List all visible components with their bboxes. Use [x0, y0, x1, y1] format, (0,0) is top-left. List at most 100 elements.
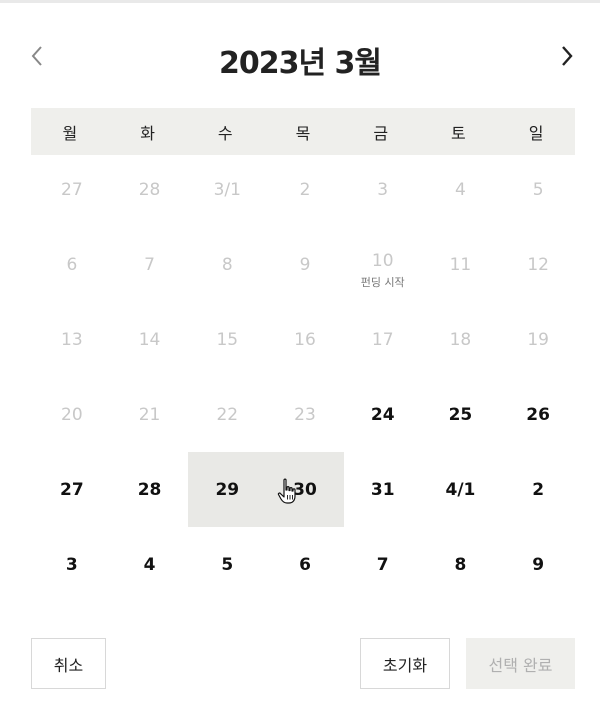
day-number: 11: [449, 254, 472, 275]
day-number: 9: [299, 254, 311, 275]
day-number: 31: [370, 479, 395, 500]
day-number: 16: [294, 329, 316, 350]
calendar-day-cell[interactable]: 8: [422, 527, 500, 602]
day-number: 2: [299, 179, 311, 200]
day-event-label: 펀딩 시작: [360, 276, 405, 289]
day-number: 3: [65, 554, 78, 575]
day-number: 5: [221, 554, 234, 575]
calendar-day-cell[interactable]: 3: [33, 527, 111, 602]
weekday-label: 월: [62, 123, 78, 143]
calendar-day-grid: 27 28 3/1 2 3 4 5 6 7 8 9 10 펀딩 시작 11 12 13 14 15 16 17 18 19…: [33, 152, 577, 602]
weekday-label: 목: [295, 123, 311, 143]
day-number: 29: [215, 479, 240, 500]
calendar-day-cell: 3/1: [188, 152, 266, 227]
day-number: 25: [448, 404, 473, 425]
day-number: 15: [216, 329, 239, 350]
day-number: 17: [371, 329, 394, 350]
weekday-label: 일: [528, 123, 544, 143]
day-number: 5: [532, 179, 544, 200]
day-number: 14: [138, 329, 161, 350]
day-number: 27: [61, 179, 83, 200]
calendar-day-cell: 18: [422, 302, 500, 377]
day-number: 8: [221, 254, 233, 275]
calendar-day-cell[interactable]: 7: [344, 527, 422, 602]
calendar-day-cell: 7: [111, 227, 189, 302]
calendar-day-cell: 16: [266, 302, 344, 377]
day-number: 24: [370, 404, 395, 425]
calendar-day-cell[interactable]: 27: [33, 452, 111, 527]
calendar-day-cell: 15: [188, 302, 266, 377]
next-month-button[interactable]: [551, 40, 583, 72]
calendar-day-cell: 20: [33, 377, 111, 452]
day-number: 3: [377, 179, 389, 200]
day-number: 20: [61, 404, 83, 425]
day-number: 6: [66, 254, 78, 275]
calendar-day-cell: 13: [33, 302, 111, 377]
calendar-day-cell: 23: [266, 377, 344, 452]
calendar-day-cell: 14: [111, 302, 189, 377]
chevron-right-icon: [562, 46, 573, 66]
day-number: 4: [143, 554, 156, 575]
day-number: 19: [527, 329, 549, 350]
day-number: 22: [216, 404, 239, 425]
day-number: 18: [449, 329, 472, 350]
calendar-day-cell: 28: [111, 152, 189, 227]
calendar-day-cell[interactable]: 30: [266, 452, 344, 527]
calendar-day-cell: 11: [422, 227, 500, 302]
calendar-day-cell[interactable]: 4: [111, 527, 189, 602]
calendar-day-cell: 5: [499, 152, 577, 227]
calendar-day-cell: 10 펀딩 시작: [344, 227, 422, 302]
calendar-day-cell: 8: [188, 227, 266, 302]
month-title: 2023년 3월: [218, 46, 382, 81]
calendar-day-cell[interactable]: 26: [499, 377, 577, 452]
day-number: 4: [455, 179, 466, 200]
calendar-day-cell: 17: [344, 302, 422, 377]
weekday-label: 수: [217, 123, 233, 143]
calendar-day-cell: 12: [499, 227, 577, 302]
calendar-day-cell[interactable]: 9: [499, 527, 577, 602]
calendar-day-cell[interactable]: 24: [344, 377, 422, 452]
calendar-day-cell[interactable]: 28: [111, 452, 189, 527]
day-number: 4/1: [445, 479, 476, 500]
reset-button[interactable]: 초기화: [360, 638, 450, 689]
day-number: 30: [293, 479, 317, 500]
calendar-day-cell[interactable]: 4/1: [422, 452, 500, 527]
calendar-header: 2023년 3월: [0, 30, 600, 84]
calendar-day-cell[interactable]: 5: [188, 527, 266, 602]
day-number: 13: [61, 329, 83, 350]
day-number: 2: [532, 479, 545, 500]
day-number: 28: [138, 179, 161, 200]
weekday-label: 화: [140, 123, 155, 143]
day-number: 26: [526, 404, 550, 425]
weekday-header: 월 화 수 목 금 토 일: [31, 108, 575, 155]
calendar-day-cell[interactable]: 31: [344, 452, 422, 527]
calendar-day-cell: 3: [344, 152, 422, 227]
day-number: 8: [454, 554, 467, 575]
day-number: 7: [376, 554, 389, 575]
calendar-day-cell[interactable]: 25: [422, 377, 500, 452]
top-divider: [0, 0, 600, 3]
day-number: 12: [527, 254, 549, 275]
calendar-day-cell[interactable]: 2: [499, 452, 577, 527]
day-number: 23: [294, 404, 316, 425]
calendar-day-cell: 2: [266, 152, 344, 227]
day-number: 7: [144, 254, 155, 275]
cancel-button[interactable]: 취소: [31, 638, 106, 689]
day-number: 27: [60, 479, 84, 500]
weekday-label: 금: [373, 123, 389, 143]
calendar-day-cell: 22: [188, 377, 266, 452]
confirm-selection-button[interactable]: 선택 완료: [466, 638, 575, 689]
calendar-day-cell: 27: [33, 152, 111, 227]
calendar-day-cell[interactable]: 6: [266, 527, 344, 602]
day-number: 3/1: [213, 179, 241, 200]
day-number: 10: [371, 251, 394, 271]
calendar-day-cell: 6: [33, 227, 111, 302]
calendar-day-cell: 4: [422, 152, 500, 227]
calendar-day-cell[interactable]: 29: [188, 452, 267, 527]
day-number: 6: [299, 554, 311, 575]
calendar-day-cell: 9: [266, 227, 344, 302]
calendar-day-cell: 19: [499, 302, 577, 377]
day-number: 28: [137, 479, 162, 500]
day-number: 21: [138, 404, 161, 425]
day-number: 9: [532, 554, 545, 575]
